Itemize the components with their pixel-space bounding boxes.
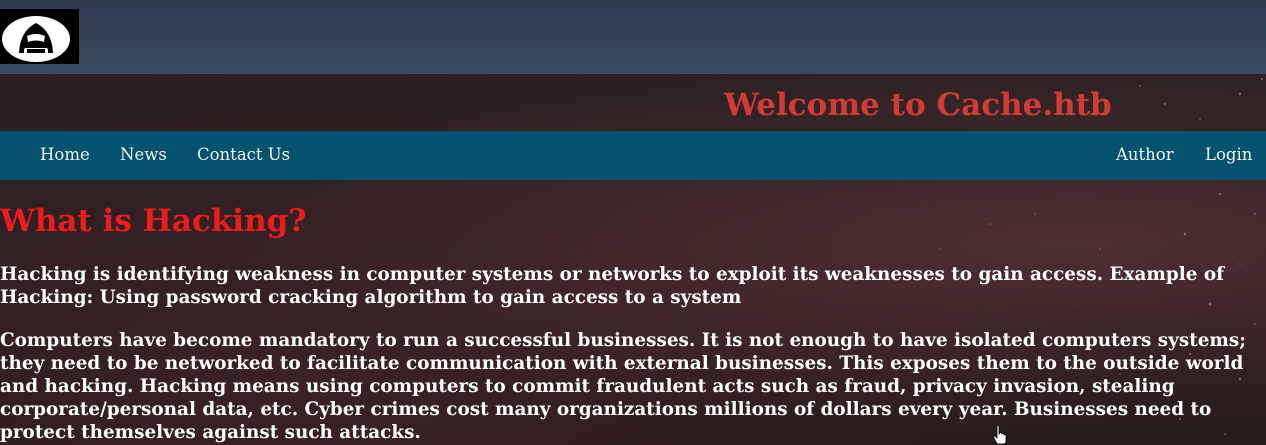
- top-banner: [0, 0, 1266, 74]
- nav-login-link[interactable]: Login: [1205, 131, 1252, 180]
- page-heading: What is Hacking?: [0, 203, 307, 239]
- main-navbar: Home News Contact Us Author Login: [0, 131, 1266, 180]
- nav-author-link[interactable]: Author: [1116, 131, 1174, 180]
- nav-contact-us-link[interactable]: Contact Us: [197, 131, 290, 180]
- site-title: Welcome to Cache.htb: [724, 87, 1112, 123]
- site-logo[interactable]: [0, 9, 79, 64]
- nav-home-link[interactable]: Home: [40, 131, 90, 180]
- main-content: What is Hacking? Hacking is identifying …: [0, 200, 1266, 443]
- nav-news-link[interactable]: News: [120, 131, 167, 180]
- body-paragraph: Computers have become mandatory to run a…: [0, 330, 1246, 443]
- intro-paragraph: Hacking is identifying weakness in compu…: [0, 264, 1224, 308]
- hacker-hooded-figure-icon: [2, 16, 70, 62]
- hand-pointer-cursor-icon: [993, 425, 1007, 445]
